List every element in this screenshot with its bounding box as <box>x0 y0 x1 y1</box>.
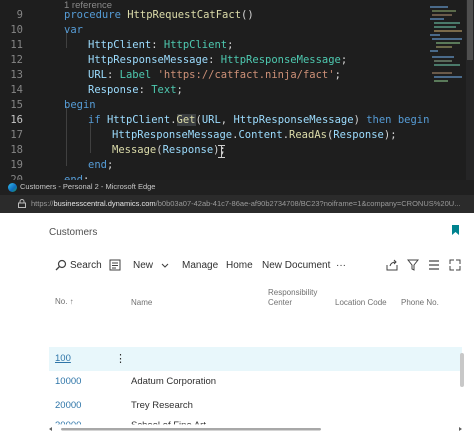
manage-button[interactable]: Manage <box>182 259 218 273</box>
line-number: 10 <box>10 24 23 36</box>
editor-scrollbar[interactable] <box>466 0 474 180</box>
line-number: 14 <box>10 84 23 96</box>
browser-window: Customers - Personal 2 - Microsoft Edge … <box>0 180 474 437</box>
customer-name[interactable]: Adatum Corporation <box>131 376 216 387</box>
row-actions-menu-button[interactable]: ⋮ <box>115 352 126 365</box>
customer-no-link[interactable]: 100 <box>55 353 71 364</box>
code-line-18[interactable]: Message(Response); <box>112 144 226 156</box>
indent-guide <box>66 106 67 166</box>
code-line-13[interactable]: URL: Label 'https://catfact.ninja/fact'; <box>88 69 341 81</box>
line-number: 15 <box>10 99 23 111</box>
edge-icon <box>8 183 17 192</box>
line-number: 9 <box>16 9 23 21</box>
table-horizontal-scrollbar[interactable] <box>49 427 462 431</box>
column-header-phone-no[interactable]: Phone No. <box>401 298 439 308</box>
customer-name[interactable]: Trey Research <box>131 400 193 411</box>
column-header-location-code[interactable]: Location Code <box>335 298 387 308</box>
code-line-12[interactable]: HttpResponseMessage: HttpResponseMessage… <box>88 54 347 66</box>
search-button[interactable]: Search <box>70 259 102 273</box>
line-number: 19 <box>10 159 23 171</box>
customer-no-link[interactable]: 20000 <box>55 400 81 411</box>
minimap[interactable] <box>428 0 464 180</box>
new-document-button[interactable]: New Document <box>262 259 330 273</box>
filter-icon[interactable] <box>407 259 419 271</box>
code-line-14[interactable]: Response: Text; <box>88 84 183 96</box>
bookmark-icon[interactable] <box>452 225 459 235</box>
page-title: Customers <box>49 227 98 238</box>
search-icon[interactable] <box>55 259 67 271</box>
browser-titlebar[interactable]: Customers - Personal 2 - Microsoft Edge <box>0 180 474 195</box>
code-line-17[interactable]: HttpResponseMessage.Content.ReadAs(Respo… <box>112 129 397 141</box>
edit-list-icon[interactable] <box>109 259 121 271</box>
column-header-no[interactable]: No. ↑ <box>55 297 74 307</box>
table-row-selected[interactable] <box>49 347 462 371</box>
table-vertical-scrollbar[interactable] <box>460 353 464 387</box>
url-text[interactable]: https://businesscentral.dynamics.com/b0b… <box>31 199 460 208</box>
code-editor[interactable]: 1 reference 9 10 11 12 13 14 15 16 17 18… <box>0 0 474 180</box>
line-number: 11 <box>10 39 23 51</box>
line-number-active: 16 <box>10 114 23 126</box>
home-button[interactable]: Home <box>226 259 253 273</box>
line-number: 18 <box>10 144 23 156</box>
line-number: 12 <box>10 54 23 66</box>
code-line-10[interactable]: var <box>64 24 83 36</box>
customer-no-link[interactable]: 10000 <box>55 376 81 387</box>
column-header-name[interactable]: Name <box>131 298 152 308</box>
expand-icon[interactable] <box>449 259 461 271</box>
line-number: 17 <box>10 129 23 141</box>
indent-guide <box>90 123 91 153</box>
business-central-page: Customers Search New Manage Home New Doc… <box>0 213 474 437</box>
list-view-icon[interactable] <box>428 259 440 271</box>
column-header-responsibility-center[interactable]: Responsibility Center <box>268 288 317 308</box>
lock-icon[interactable] <box>18 199 26 208</box>
code-line-16[interactable]: if HttpClient.Get(URL, HttpResponseMessa… <box>88 114 429 126</box>
code-line-19[interactable]: end; <box>88 159 113 171</box>
address-bar[interactable]: https://businesscentral.dynamics.com/b0b… <box>0 195 474 213</box>
new-button[interactable]: New <box>133 259 153 273</box>
more-options-button[interactable]: ··· <box>336 259 346 273</box>
code-line-9[interactable]: procedure HttpRequestCatFact() <box>64 9 254 21</box>
share-icon[interactable] <box>386 259 398 271</box>
code-line-11[interactable]: HttpClient: HttpClient; <box>88 39 233 51</box>
editor-scrollbar-thumb[interactable] <box>467 0 473 60</box>
text-cursor-ibeam <box>218 145 229 158</box>
chevron-down-icon[interactable] <box>161 260 169 272</box>
code-line-15[interactable]: begin <box>64 99 96 111</box>
window-title: Customers - Personal 2 - Microsoft Edge <box>20 182 156 191</box>
line-number: 13 <box>10 69 23 81</box>
